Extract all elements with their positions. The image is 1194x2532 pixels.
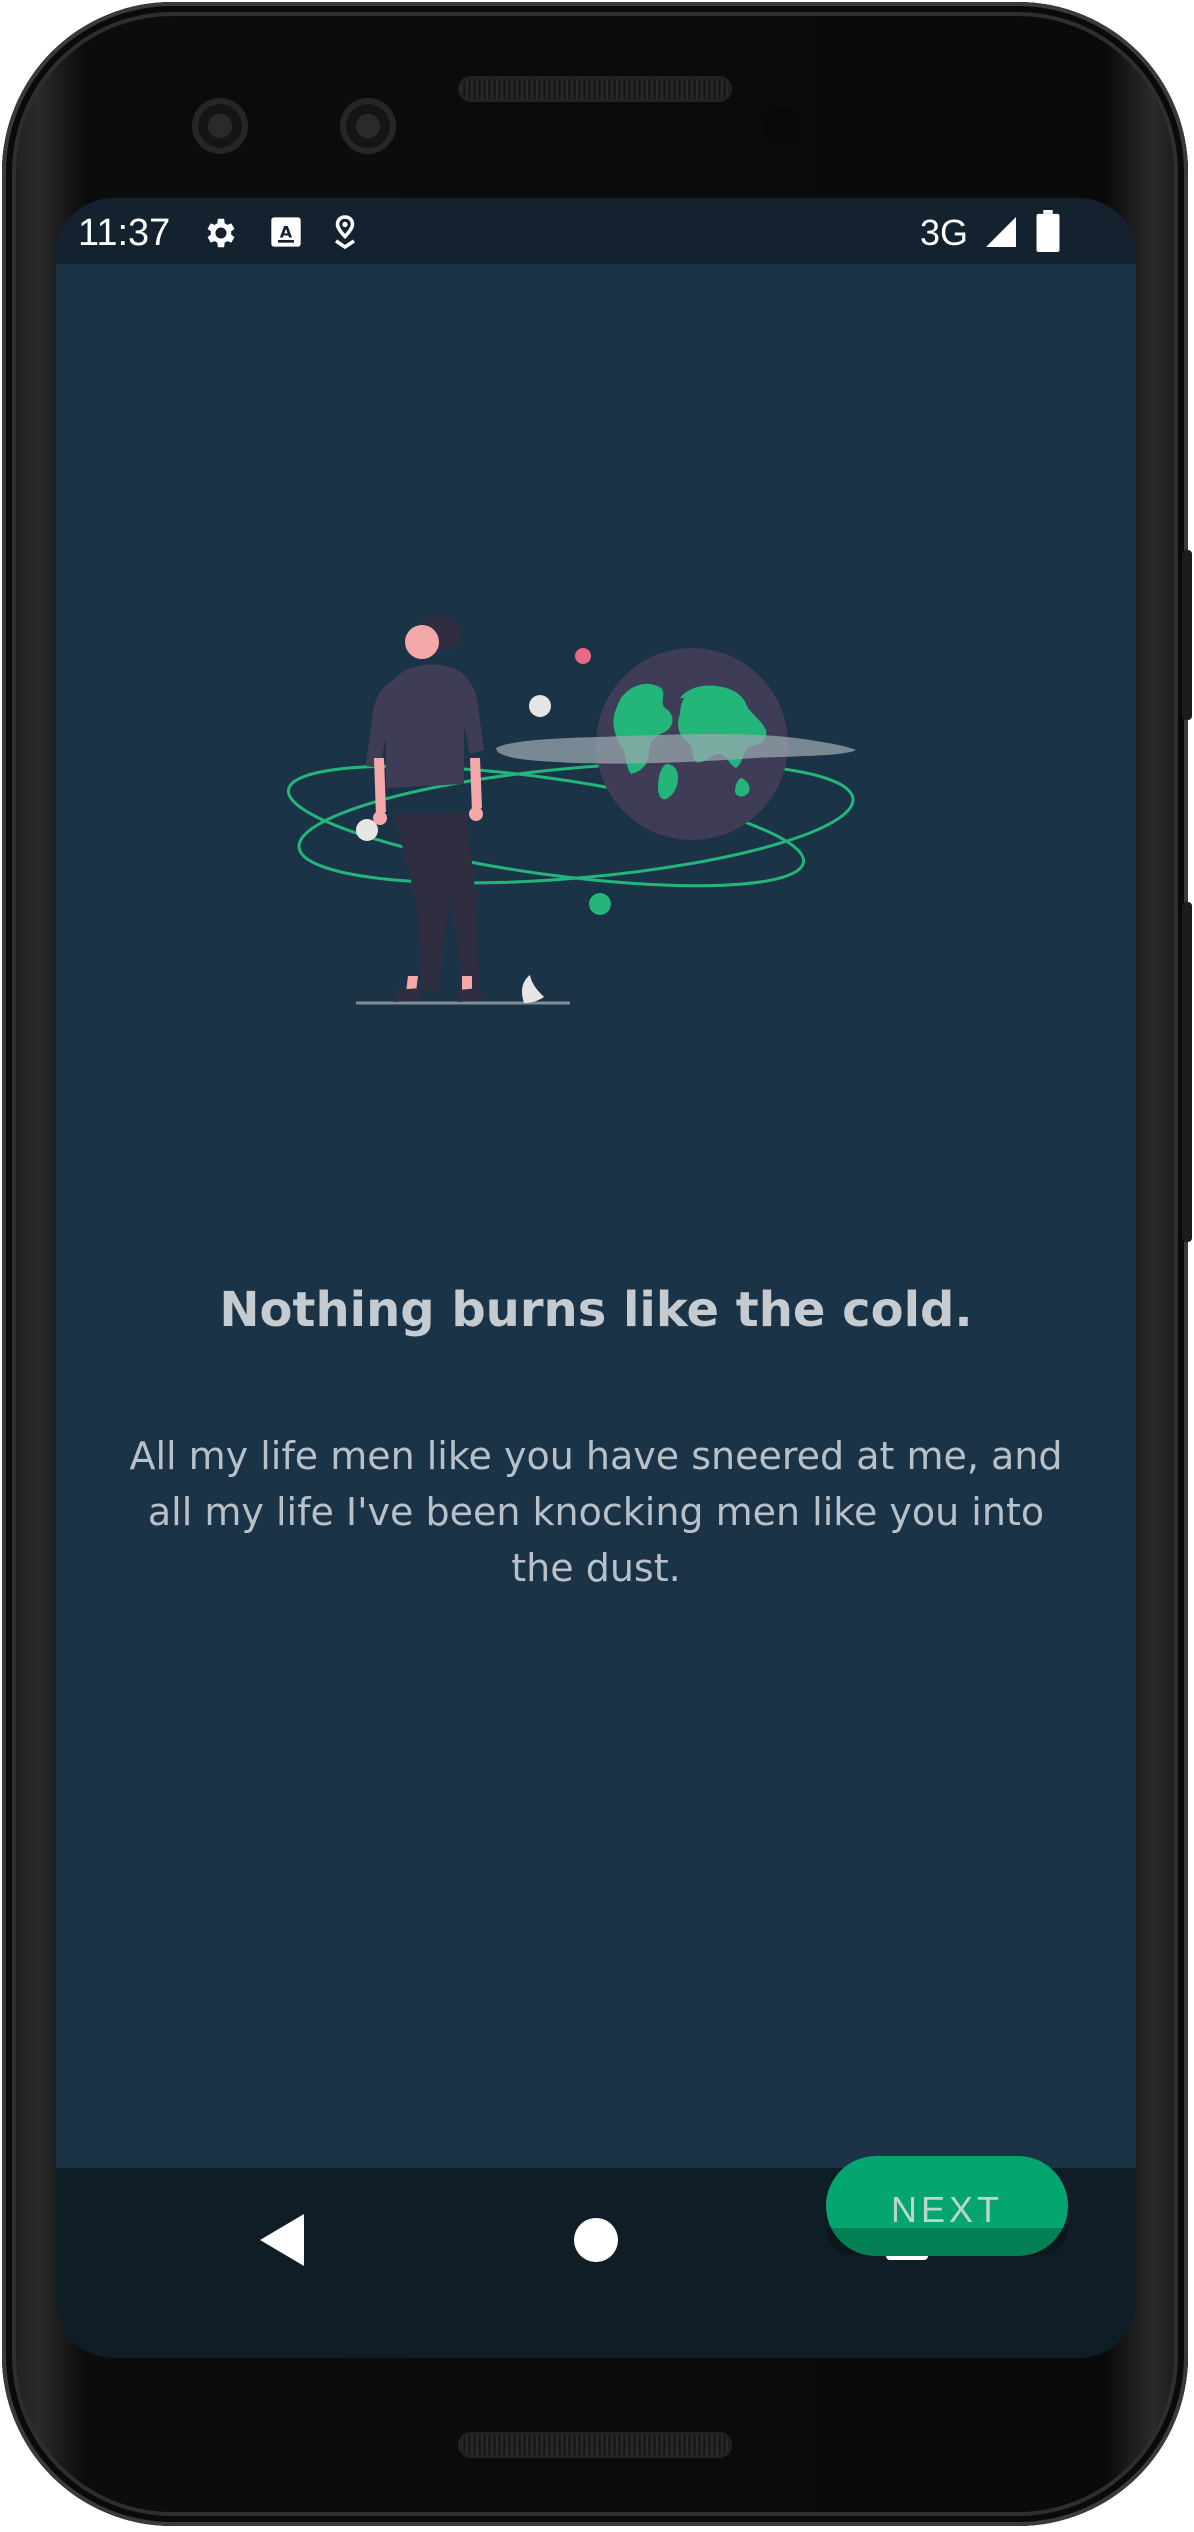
location-pin-icon [335, 215, 355, 250]
bottom-speaker [458, 2432, 732, 2458]
signal-icon [986, 217, 1016, 247]
status-time: 11:37 [78, 212, 171, 254]
onboarding-body: All my life men like you have sneered at… [129, 1434, 1063, 1590]
phone-frame: 11:37 A 3G Nothing burns like the cold. … [2, 2, 1192, 2526]
home-circle-icon[interactable] [574, 2218, 618, 2262]
back-triangle-icon[interactable] [260, 2214, 304, 2266]
proximity-sensor [764, 108, 800, 144]
volume-button [1182, 902, 1192, 1242]
keyboard-a-icon: A [271, 217, 301, 247]
app-screen: 11:37 A 3G Nothing burns like the cold. … [56, 198, 1136, 2358]
battery-icon [1036, 210, 1060, 252]
status-bar: 11:37 A 3G [56, 198, 1136, 264]
onboarding-headline: Nothing burns like the cold. [219, 1282, 973, 1338]
svg-text:A: A [280, 222, 293, 241]
front-camera [192, 98, 248, 154]
earpiece-speaker [458, 76, 732, 102]
next-button[interactable]: NEXT [826, 2156, 1068, 2256]
front-camera-2 [340, 98, 396, 154]
network-type: 3G [920, 212, 969, 253]
settings-gear-icon [207, 218, 235, 248]
power-button [1182, 550, 1192, 720]
person-with-globe-illustration [286, 614, 856, 1005]
